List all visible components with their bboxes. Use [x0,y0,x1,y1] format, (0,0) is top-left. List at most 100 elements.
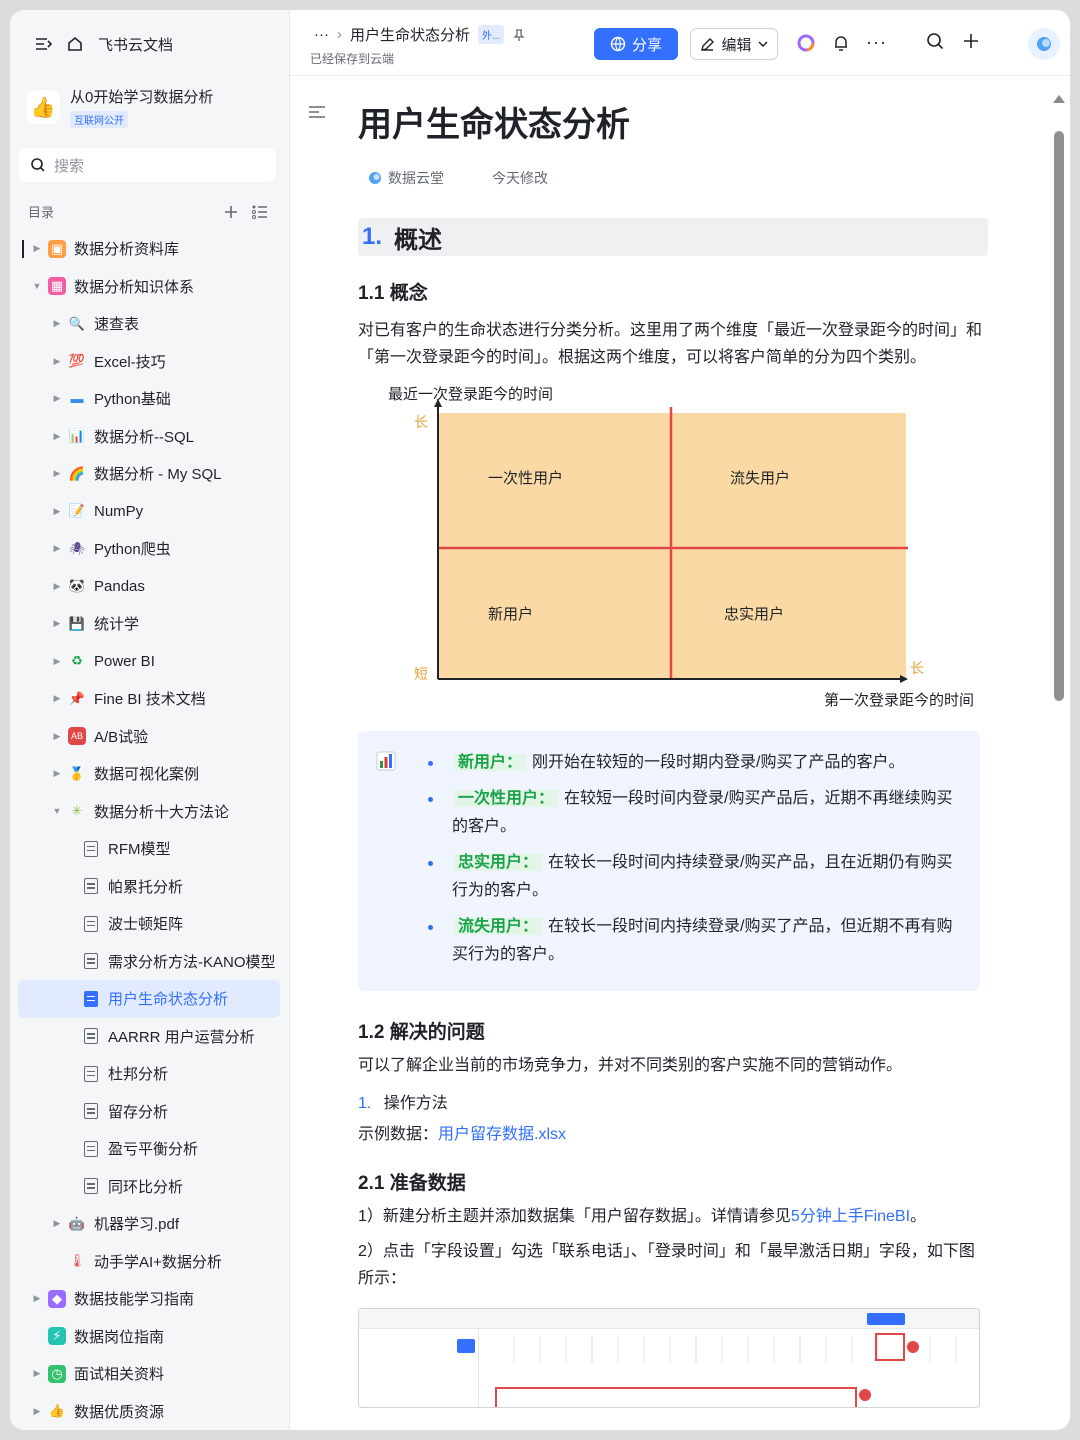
quadrant-new-users: 新用户 [488,606,533,623]
scrollbar-thumb[interactable] [1054,131,1064,701]
sidebar-item[interactable]: 留存分析 [18,1093,280,1131]
sidebar-item[interactable]: 🌡 动手学AI+数据分析 [18,1243,280,1281]
bullet-item: 忠实用户： 在较长一段时间内持续登录/购买产品，且在近期仍有购买行为的客户。 [376,849,962,905]
collapse-sidebar-icon[interactable] [34,35,52,53]
bar-chart-icon: 📊 [68,428,86,444]
sidebar-item[interactable]: ⚡ 数据岗位指南 [18,1318,280,1356]
caret-right-icon[interactable]: ▶ [50,318,64,329]
sidebar-item[interactable]: AARRR 用户运营分析 [18,1018,280,1056]
breadcrumb-current[interactable]: 用户生命状态分析 [350,24,470,45]
globe-icon [610,36,626,52]
app-name[interactable]: 飞书云文档 [98,34,173,55]
sidebar-item[interactable]: 波士顿矩阵 [18,905,280,943]
caret-right-icon[interactable]: ▶ [50,581,64,592]
sidebar-item-label: Python爬虫 [94,541,171,559]
add-icon[interactable] [962,32,980,50]
sidebar-item[interactable]: ▶ 🐼 Pandas [18,568,280,606]
sidebar-item[interactable]: ▶ 👍 数据优质资源 [18,1393,280,1431]
sidebar-item-label: 盈亏平衡分析 [108,1141,199,1159]
medal-icon: 🥇 [68,765,86,781]
screenshot-save-button [867,1313,905,1325]
pin-icon[interactable] [512,28,526,42]
embedded-screenshot[interactable] [358,1308,980,1408]
sidebar-item[interactable]: 需求分析方法-KANO模型 [18,943,280,981]
caret-right-icon[interactable]: ▶ [50,693,64,704]
caret-down-icon[interactable]: ▼ [50,806,64,816]
scroll-up-arrow[interactable] [1053,95,1065,103]
caret-right-icon[interactable]: ▶ [30,243,44,254]
sidebar-item[interactable]: ▶ 🌈 数据分析 - My SQL [18,455,280,493]
search-input[interactable]: 搜索 [18,148,276,182]
screenshot-marker-2 [859,1389,871,1401]
sidebar-item[interactable]: ▶ 🕷 Python爬虫 [18,530,280,568]
ai-assistant-icon[interactable] [796,33,816,53]
caret-right-icon[interactable]: ▶ [50,356,64,367]
edit-button[interactable]: 编辑 [690,28,778,60]
sidebar-item-label: 数据分析--SQL [94,428,195,446]
sidebar-item[interactable]: ▶ 💯 Excel-技巧 [18,343,280,381]
sidebar: 飞书云文档 👍 从0开始学习数据分析 互联网公开 搜索 目录 ▶ ▣ 数据分析资料库… [10,10,290,1430]
more-icon[interactable]: ··· [866,32,887,53]
add-icon[interactable] [224,205,238,219]
quadrant-loyal-users: 忠实用户 [724,606,784,623]
sidebar-item[interactable]: ▶ 💾 统计学 [18,605,280,643]
caret-right-icon[interactable]: ▶ [50,618,64,629]
finebi-guide-link[interactable]: 5分钟上手FineBI [791,1208,910,1225]
outline-list-icon[interactable] [252,205,268,219]
outline-toggle-icon[interactable] [308,105,326,119]
sidebar-item[interactable]: ▶ 📌 Fine BI 技术文档 [18,680,280,718]
app-window: 飞书云文档 👍 从0开始学习数据分析 互联网公开 搜索 目录 ▶ ▣ 数据分析资料库… [10,10,1070,1430]
caret-right-icon[interactable]: ▶ [50,768,64,779]
sidebar-item[interactable]: ▼ ✳ 数据分析十大方法论 [18,793,280,831]
caret-right-icon[interactable]: ▶ [50,506,64,517]
header-icons-right [926,32,980,50]
sidebar-item[interactable]: ▶ ◆ 数据技能学习指南 [18,1280,280,1318]
bullet-list: 新用户： 刚开始在较短的一段时期内登录/购买了产品的客户。 一次性用户： 在较短一段时… [376,749,962,969]
search-icon[interactable] [926,32,944,50]
sidebar-item[interactable]: ▶ ◷ 面试相关资料 [18,1355,280,1393]
ab-icon: AB [68,727,86,746]
bullet-item: 流失用户： 在较长一段时间内持续登录/购买了产品，但近期不再有购买行为的客户。 [376,913,962,969]
knowledge-base-header[interactable]: 👍 从0开始学习数据分析 互联网公开 [26,82,276,132]
chevron-right-icon: › [337,26,342,43]
example-file-link[interactable]: 用户留存数据.xlsx [438,1126,566,1143]
caret-right-icon[interactable]: ▶ [50,1218,64,1229]
sidebar-item[interactable]: 用户生命状态分析 [18,980,280,1018]
external-tag[interactable]: 外... [478,25,505,44]
share-button[interactable]: 分享 [594,28,678,60]
avatar[interactable] [1028,28,1060,60]
sidebar-item-label: Fine BI 技术文档 [94,691,206,709]
sidebar-item[interactable]: ▶ 📊 数据分析--SQL [18,418,280,456]
home-icon[interactable] [66,35,84,53]
sidebar-item[interactable]: ▶ 🔍 速查表 [18,305,280,343]
sidebar-item[interactable]: ▶ ♻ Power BI [18,643,280,681]
caret-right-icon[interactable]: ▶ [30,1368,44,1379]
sidebar-item[interactable]: ▶ AB A/B试验 [18,718,280,756]
caret-right-icon[interactable]: ▶ [50,656,64,667]
caret-right-icon[interactable]: ▶ [50,731,64,742]
sidebar-item[interactable]: 杜邦分析 [18,1055,280,1093]
caret-right-icon[interactable]: ▶ [30,1406,44,1417]
sidebar-item[interactable]: ▶ ▬ Python基础 [18,380,280,418]
author[interactable]: 数据云堂 [368,168,444,188]
sidebar-item[interactable]: ▶ 🥇 数据可视化案例 [18,755,280,793]
bell-icon[interactable] [832,34,850,52]
sidebar-item[interactable]: ▶ 📝 NumPy [18,493,280,531]
caret-right-icon[interactable]: ▶ [50,468,64,479]
caret-right-icon[interactable]: ▶ [50,393,64,404]
rainbow-icon: 🌈 [68,465,86,481]
page-title: 用户生命状态分析 [358,106,630,144]
sidebar-item[interactable]: 帕累托分析 [18,868,280,906]
bullet-term: 忠实用户： [454,854,543,871]
caret-right-icon[interactable]: ▶ [50,431,64,442]
sidebar-item[interactable]: ▶ ▣ 数据分析资料库 [18,230,280,268]
sidebar-item[interactable]: ▼ ▦ 数据分析知识体系 [18,268,280,306]
more-breadcrumb-icon[interactable]: ··· [314,26,329,43]
sidebar-item[interactable]: RFM模型 [18,830,280,868]
sidebar-item[interactable]: ▶ 🤖 机器学习.pdf [18,1205,280,1243]
sidebar-item[interactable]: 同环比分析 [18,1168,280,1206]
sidebar-item[interactable]: 盈亏平衡分析 [18,1130,280,1168]
caret-right-icon[interactable]: ▶ [50,543,64,554]
caret-right-icon[interactable]: ▶ [30,1293,44,1304]
caret-down-icon[interactable]: ▼ [30,281,44,291]
